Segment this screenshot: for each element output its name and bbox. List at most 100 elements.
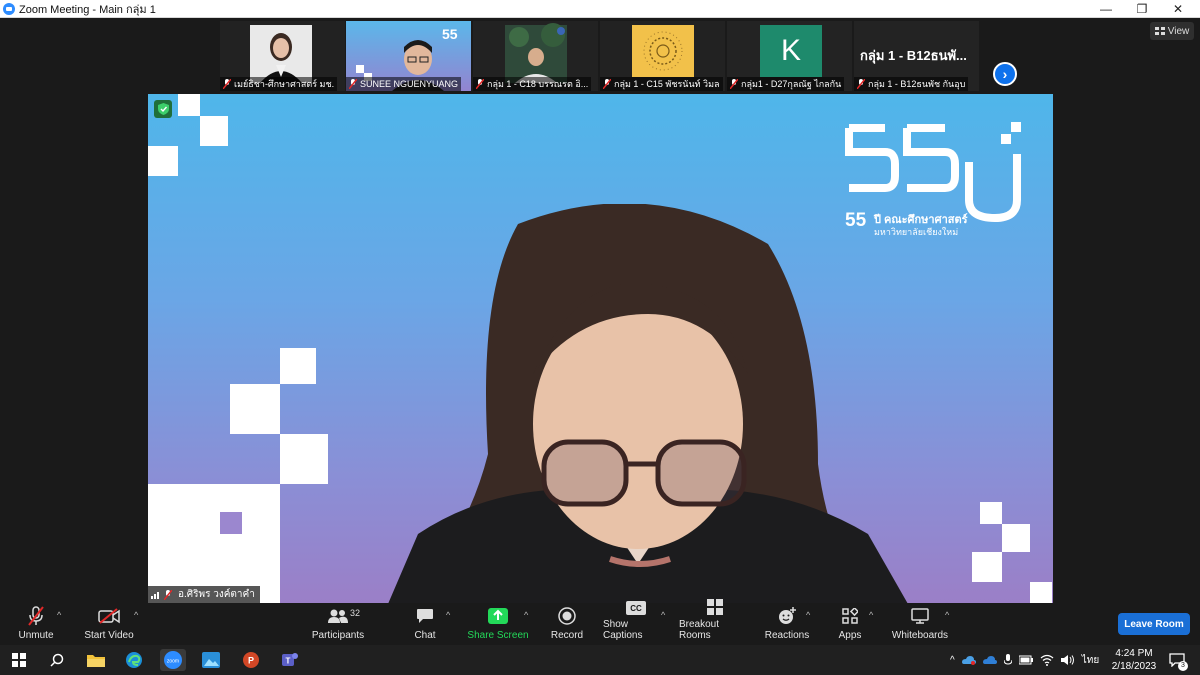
participant-tile[interactable]: เมย์ธิชา-ศึกษาศาสตร์ มช. — [220, 21, 345, 91]
record-label: Record — [550, 630, 584, 641]
onedrive-error-icon[interactable] — [961, 655, 976, 665]
whiteboards-label: Whiteboards — [891, 630, 949, 641]
breakout-rooms-button[interactable]: Breakout Rooms — [679, 599, 751, 645]
video-off-icon — [98, 606, 120, 626]
minimize-button[interactable]: — — [1088, 0, 1124, 18]
participant-name-text: SUNEE NGUENYUANG — [360, 79, 459, 89]
view-button-label: View — [1167, 25, 1190, 37]
leave-room-button[interactable]: Leave Room — [1118, 613, 1190, 635]
speaker-person-image — [388, 204, 908, 603]
participants-count: 32 — [350, 608, 361, 618]
window-titlebar: Zoom Meeting - Main กลุ่ม 1 — ❐ ✕ — [0, 0, 1200, 18]
breakout-rooms-label: Breakout Rooms — [679, 619, 720, 641]
whiteboards-button[interactable]: Whiteboards — [890, 603, 950, 645]
captions-options-caret[interactable]: ^ — [661, 610, 665, 620]
decor-square — [1030, 582, 1052, 603]
powerpoint-icon[interactable]: P — [240, 649, 262, 671]
speaker-name-label: อ.ศิริพร วงค์ตาคำ — [148, 586, 260, 603]
active-speaker-video: 55 ปี คณะศึกษาศาสตร์ มหาวิทยาลัยเชียงใหม… — [148, 94, 1053, 603]
input-language[interactable]: ไทย — [1082, 653, 1099, 668]
captions-icon: CC — [625, 601, 647, 615]
muted-mic-icon — [223, 79, 231, 89]
grid-view-icon — [1154, 27, 1165, 35]
apps-icon — [839, 606, 861, 626]
volume-icon[interactable] — [1060, 654, 1075, 666]
apps-button[interactable]: Apps — [834, 603, 866, 645]
share-screen-button[interactable]: Share Screen — [467, 603, 529, 645]
decor-square — [148, 146, 178, 176]
start-video-button[interactable]: Start Video — [82, 603, 136, 645]
participant-tile[interactable]: กลุ่ม 1 - C18 บรรณรต อิ... — [473, 21, 598, 91]
battery-icon[interactable] — [1018, 655, 1033, 665]
muted-mic-icon — [349, 79, 357, 89]
edge-browser-icon[interactable] — [123, 649, 145, 671]
unmute-label: Unmute — [18, 630, 54, 641]
muted-mic-icon — [164, 590, 172, 600]
apps-label: Apps — [838, 630, 862, 641]
svg-text:CC: CC — [630, 604, 642, 613]
participant-name-text: กลุ่ม 1 - C15 พัชรนันท์ วิมล — [614, 79, 720, 89]
show-captions-button[interactable]: CC Show Captions — [603, 601, 669, 645]
encryption-shield-icon[interactable] — [154, 100, 172, 118]
reactions-button[interactable]: Reactions — [765, 603, 809, 645]
participant-name: กลุ่ม 1 - C15 พัชรนันท์ วิมล — [600, 77, 723, 91]
photos-icon[interactable] — [200, 649, 222, 671]
share-options-caret[interactable]: ^ — [524, 610, 528, 620]
unmute-button[interactable]: Unmute — [14, 603, 58, 645]
decor-square — [200, 116, 228, 146]
video-options-caret[interactable]: ^ — [134, 610, 138, 620]
decor-square — [220, 512, 242, 534]
reactions-options-caret[interactable]: ^ — [806, 610, 810, 620]
view-button[interactable]: View — [1150, 22, 1194, 40]
chat-options-caret[interactable]: ^ — [446, 610, 450, 620]
whiteboards-options-caret[interactable]: ^ — [945, 610, 949, 620]
svg-text:P: P — [248, 656, 254, 666]
share-screen-label: Share Screen — [467, 630, 529, 641]
participant-tile[interactable]: กลุ่ม 1 - C15 พัชรนันท์ วิมล — [600, 21, 725, 91]
decor-square — [178, 94, 200, 116]
participant-tile[interactable]: 55 SUNEE NGUENYUANG — [346, 21, 471, 91]
search-icon[interactable] — [46, 649, 68, 671]
zoom-taskbar-icon[interactable]: zoom — [160, 649, 186, 671]
audio-options-caret[interactable]: ^ — [57, 610, 61, 620]
participant-name-text: กลุ่ม1 - D27กุลณัฐ ไกลกัน — [741, 79, 842, 89]
start-video-label: Start Video — [84, 630, 134, 641]
restore-button[interactable]: ❐ — [1124, 0, 1160, 18]
participant-name: SUNEE NGUENYUANG — [346, 77, 462, 91]
participant-strip: เมย์ธิชา-ศึกษาศาสตร์ มช. 55 SUNEE NGUENY… — [0, 18, 1200, 93]
microphone-tray-icon[interactable] — [1003, 654, 1012, 666]
svg-text:55: 55 — [442, 26, 458, 42]
decor-square — [1002, 524, 1030, 552]
signal-strength-icon — [151, 592, 159, 599]
participant-name: เมย์ธิชา-ศึกษาศาสตร์ มช. — [220, 77, 338, 91]
wifi-icon[interactable] — [1040, 654, 1054, 666]
reactions-icon — [776, 606, 798, 626]
decor-square — [280, 348, 316, 384]
taskbar-clock[interactable]: 4:24 PM 2/18/2023 — [1108, 647, 1160, 673]
next-page-button[interactable]: › — [993, 62, 1017, 86]
file-explorer-icon[interactable] — [85, 649, 107, 671]
participant-name: กลุ่ม 1 - B12ธนพัช กันอุบ — [854, 77, 969, 91]
chevron-up-icon[interactable]: ^ — [950, 655, 955, 666]
decor-square — [230, 384, 280, 434]
speaker-name-text: อ.ศิริพร วงค์ตาคำ — [178, 589, 255, 600]
reactions-label: Reactions — [764, 630, 810, 641]
breakout-rooms-icon — [704, 599, 726, 615]
participant-tile[interactable]: K กลุ่ม1 - D27กุลณัฐ ไกลกัน — [727, 21, 852, 91]
teams-icon[interactable]: T — [279, 649, 301, 671]
notification-badge: 3 — [1178, 661, 1188, 671]
close-button[interactable]: ✕ — [1160, 0, 1196, 18]
meeting-toolbar: Unmute ^ Start Video ^ Participants 32 C… — [0, 599, 1200, 645]
apps-options-caret[interactable]: ^ — [869, 610, 873, 620]
participant-tile[interactable]: กลุ่ม 1 - B12ธนพั... กลุ่ม 1 - B12ธนพัช … — [854, 21, 979, 91]
windows-start-icon[interactable] — [8, 649, 30, 671]
participants-label: Participants — [311, 630, 365, 641]
chat-button[interactable]: Chat — [410, 603, 440, 645]
record-button[interactable]: Record — [549, 603, 585, 645]
svg-text:zoom: zoom — [167, 659, 179, 665]
participant-name-text: เมย์ธิชา-ศึกษาศาสตร์ มช. — [234, 79, 335, 89]
chat-icon — [414, 606, 436, 626]
notification-center-icon[interactable]: 3 — [1166, 649, 1188, 671]
onedrive-icon[interactable] — [982, 655, 997, 665]
decor-square — [972, 552, 1002, 582]
